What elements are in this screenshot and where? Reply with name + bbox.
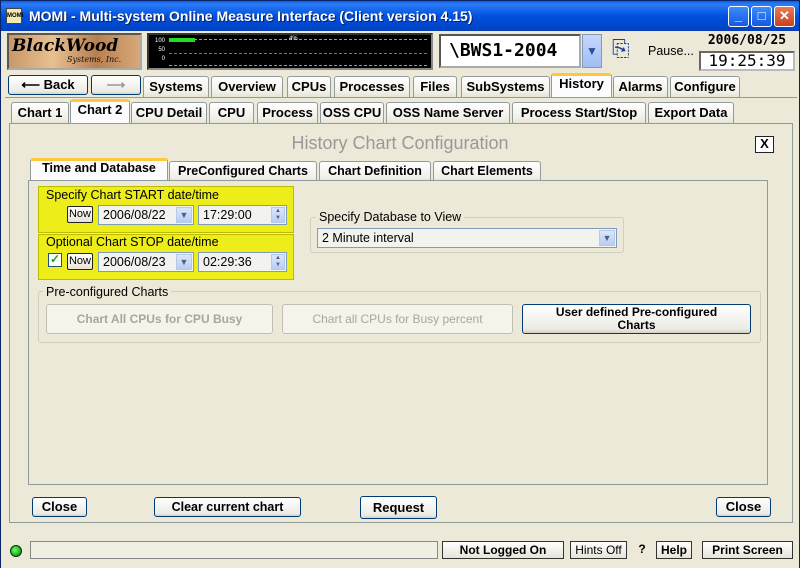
- close-button-right[interactable]: Close: [716, 497, 771, 517]
- meter-grid: [169, 39, 427, 66]
- config-title: History Chart Configuration: [291, 133, 509, 153]
- clear-chart-button[interactable]: Clear current chart: [154, 497, 301, 517]
- tab-cpu-detail[interactable]: CPU Detail: [131, 102, 207, 123]
- tab-oss-name-server[interactable]: OSS Name Server: [386, 102, 510, 123]
- tab-alarms[interactable]: Alarms: [613, 76, 668, 97]
- meter-scale-mid: 50: [158, 47, 165, 53]
- tab-chart-definition[interactable]: Chart Definition: [319, 161, 431, 182]
- close-icon[interactable]: ✕: [774, 6, 795, 27]
- tab-divider: [5, 97, 797, 98]
- forward-arrow-icon: ⟶: [106, 77, 126, 92]
- stop-enabled-checkbox[interactable]: ✓: [48, 253, 62, 267]
- computers-icon: ⎘: [612, 36, 630, 61]
- pause-label: Pause...: [648, 44, 694, 58]
- request-button[interactable]: Request: [360, 496, 437, 519]
- meter-scale-low: 0: [161, 56, 165, 62]
- hints-toggle-button[interactable]: Hints Off: [570, 541, 627, 559]
- pause-button[interactable]: ⎘ Pause...: [608, 34, 696, 68]
- start-label: Specify Chart START date/time: [46, 188, 219, 202]
- tab-time-and-database[interactable]: Time and Database: [30, 158, 168, 181]
- close-button-left[interactable]: Close: [32, 497, 87, 517]
- stop-date-value: 2006/08/23: [103, 255, 166, 269]
- cpu-busy-meter: 100 50 0 4%: [147, 33, 433, 70]
- logo-subtitle: Systems, Inc.: [67, 55, 122, 64]
- tab-chart-1[interactable]: Chart 1: [11, 102, 69, 123]
- tab-files[interactable]: Files: [413, 76, 457, 97]
- back-arrow-icon: ⟵: [21, 77, 44, 92]
- user-defined-label-2: Charts: [617, 318, 656, 332]
- tab-subsystems[interactable]: SubSystems: [461, 76, 550, 97]
- chart-all-cpus-busy-percent-button[interactable]: Chart all CPUs for Busy percent: [282, 304, 513, 334]
- print-screen-button[interactable]: Print Screen: [702, 541, 793, 559]
- database-value: 2 Minute interval: [322, 231, 414, 245]
- title-bar[interactable]: MOMI MOMI - Multi-system Online Measure …: [1, 1, 799, 31]
- stop-date-field[interactable]: 2006/08/23 ▼: [98, 252, 194, 272]
- start-time-field[interactable]: 17:29:00 ▲ ▼: [198, 205, 287, 225]
- company-logo: BlackWood Systems, Inc.: [7, 33, 142, 70]
- database-select[interactable]: 2 Minute interval ▼: [317, 228, 617, 248]
- preconfig-label: Pre-configured Charts: [43, 285, 172, 299]
- chart-all-cpus-busy-button[interactable]: Chart All CPUs for CPU Busy: [46, 304, 273, 334]
- chevron-down-icon[interactable]: ▼: [582, 34, 602, 68]
- meter-scale-high: 100: [154, 38, 165, 44]
- start-date-value: 2006/08/22: [103, 208, 166, 222]
- chevron-down-icon[interactable]: ▼: [599, 230, 615, 246]
- stop-time-spinner[interactable]: ▲ ▼: [271, 254, 285, 270]
- meter-bar: [169, 38, 195, 42]
- connection-status-icon: [10, 545, 22, 557]
- tab-chart-2[interactable]: Chart 2: [70, 99, 130, 123]
- tab-systems[interactable]: Systems: [143, 76, 209, 97]
- tab-export-data[interactable]: Export Data: [648, 102, 734, 123]
- system-name-field[interactable]: \BWS1-2004: [439, 34, 581, 68]
- database-label: Specify Database to View: [316, 210, 465, 224]
- status-message-field: [30, 541, 438, 559]
- maximize-icon[interactable]: □: [751, 6, 772, 27]
- stop-time-value: 02:29:36: [203, 255, 252, 269]
- app-icon[interactable]: MOMI: [6, 8, 23, 24]
- chevron-down-icon[interactable]: ▼: [176, 207, 192, 223]
- question-icon[interactable]: ?: [633, 541, 651, 559]
- tab-cpu[interactable]: CPU: [209, 102, 254, 123]
- tab-processes[interactable]: Processes: [334, 76, 410, 97]
- stop-time-field[interactable]: 02:29:36 ▲ ▼: [198, 252, 287, 272]
- forward-button[interactable]: ⟶: [91, 75, 141, 95]
- logo-name: BlackWood: [12, 36, 119, 56]
- close-config-button[interactable]: X: [755, 136, 774, 153]
- main-window: MOMI MOMI - Multi-system Online Measure …: [0, 0, 800, 568]
- tab-preconfigured-charts[interactable]: PreConfigured Charts: [169, 161, 317, 182]
- meter-scale: 100 50 0: [151, 37, 165, 64]
- minimize-icon[interactable]: _: [728, 6, 749, 27]
- tab-process-start-stop[interactable]: Process Start/Stop: [512, 102, 646, 123]
- back-label: Back: [43, 77, 75, 92]
- meter-percent: 4%: [289, 36, 298, 42]
- start-time-spinner[interactable]: ▲ ▼: [271, 207, 285, 223]
- tab-cpus[interactable]: CPUs: [287, 76, 331, 97]
- tab-process[interactable]: Process: [257, 102, 318, 123]
- stop-label: Optional Chart STOP date/time: [46, 235, 219, 249]
- system-time: 19:25:39: [699, 51, 795, 71]
- tab-history[interactable]: History: [551, 73, 612, 97]
- start-now-button[interactable]: Now: [67, 206, 93, 223]
- tab-overview[interactable]: Overview: [211, 76, 283, 97]
- tab-configure[interactable]: Configure: [670, 76, 740, 97]
- system-date: 2006/08/25: [707, 33, 787, 48]
- start-time-value: 17:29:00: [203, 208, 252, 222]
- back-button[interactable]: ⟵ Back: [8, 75, 88, 95]
- chevron-down-icon[interactable]: ▼: [176, 254, 192, 270]
- user-defined-preconfig-button[interactable]: User defined Pre-configured Charts: [522, 304, 751, 334]
- stop-now-button[interactable]: Now: [67, 253, 93, 270]
- window-title: MOMI - Multi-system Online Measure Inter…: [29, 8, 473, 24]
- help-button[interactable]: Help: [656, 541, 692, 559]
- start-date-field[interactable]: 2006/08/22 ▼: [98, 205, 194, 225]
- login-status-button[interactable]: Not Logged On: [442, 541, 564, 559]
- tab-oss-cpu[interactable]: OSS CPU: [320, 102, 384, 123]
- tab-chart-elements[interactable]: Chart Elements: [433, 161, 541, 182]
